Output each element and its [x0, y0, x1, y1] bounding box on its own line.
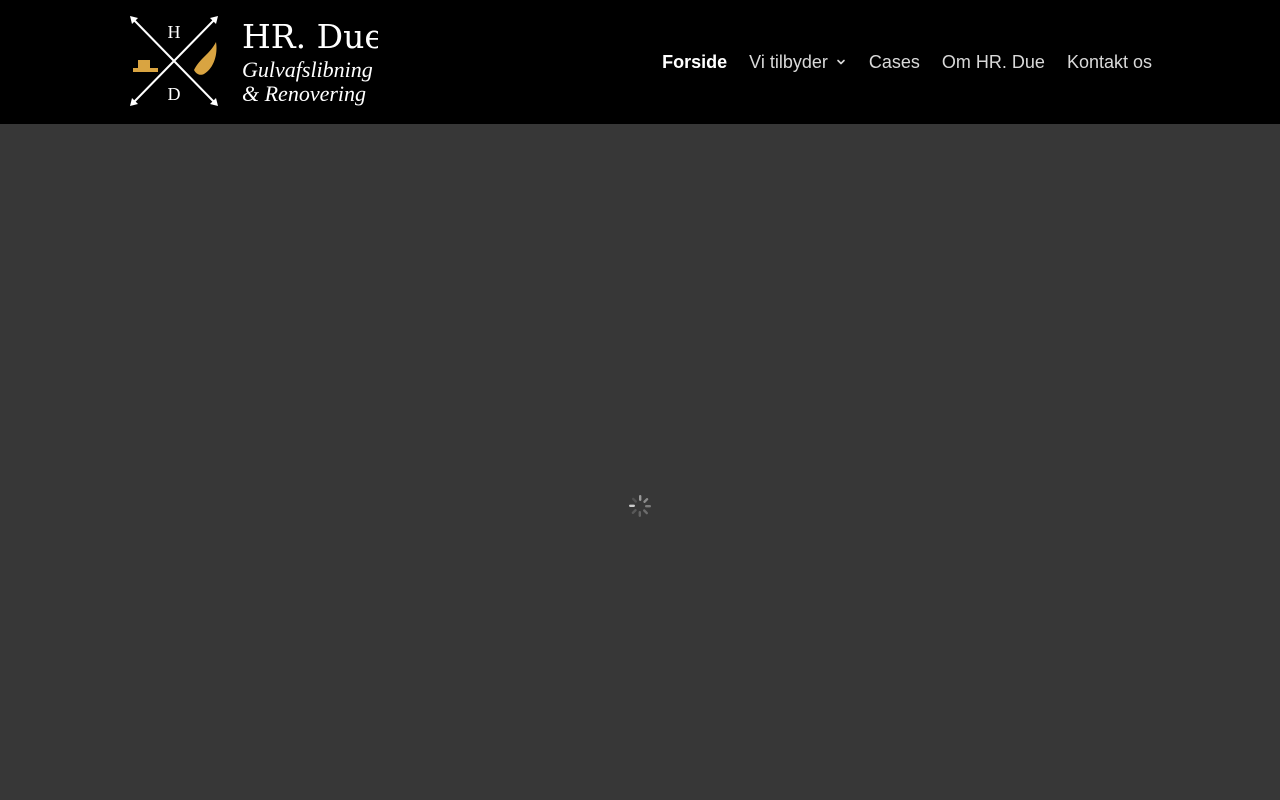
brand-name: HR. Due: [242, 17, 378, 56]
nav-item-label: Cases: [868, 51, 920, 72]
nav-item-om-hr-due[interactable]: Om HR. Due: [942, 52, 1045, 73]
loading-spinner-icon: [629, 495, 651, 517]
brand-tagline-line1: Gulvafslibning: [242, 57, 373, 82]
site-header: H D HR. Due Gulvafslibning & Renovering …: [0, 0, 1280, 124]
site-logo[interactable]: H D HR. Due Gulvafslibning & Renovering: [128, 14, 378, 110]
logo-letter-top: H: [168, 22, 181, 42]
nav-item-forside[interactable]: Forside: [662, 52, 727, 73]
main-navigation: Forside Vi tilbyder Cases Om HR. Due Kon…: [662, 0, 1152, 124]
chevron-down-icon: [837, 59, 845, 65]
nav-item-label: Om HR. Due: [941, 51, 1045, 72]
brand-tagline-line2: & Renovering: [242, 81, 366, 106]
logo-emblem-icon: H D HR. Due Gulvafslibning & Renovering: [130, 16, 378, 106]
nav-item-label: Kontakt os: [1066, 51, 1152, 72]
nav-item-label: Forside: [662, 51, 728, 72]
nav-item-label: Vi tilbyder: [749, 51, 828, 72]
nav-item-vi-tilbyder[interactable]: Vi tilbyder: [749, 52, 847, 73]
logo-letter-bottom: D: [168, 84, 181, 104]
nav-item-kontakt-os[interactable]: Kontakt os: [1067, 52, 1152, 73]
main-content: [0, 124, 1280, 800]
nav-item-cases[interactable]: Cases: [869, 52, 920, 73]
